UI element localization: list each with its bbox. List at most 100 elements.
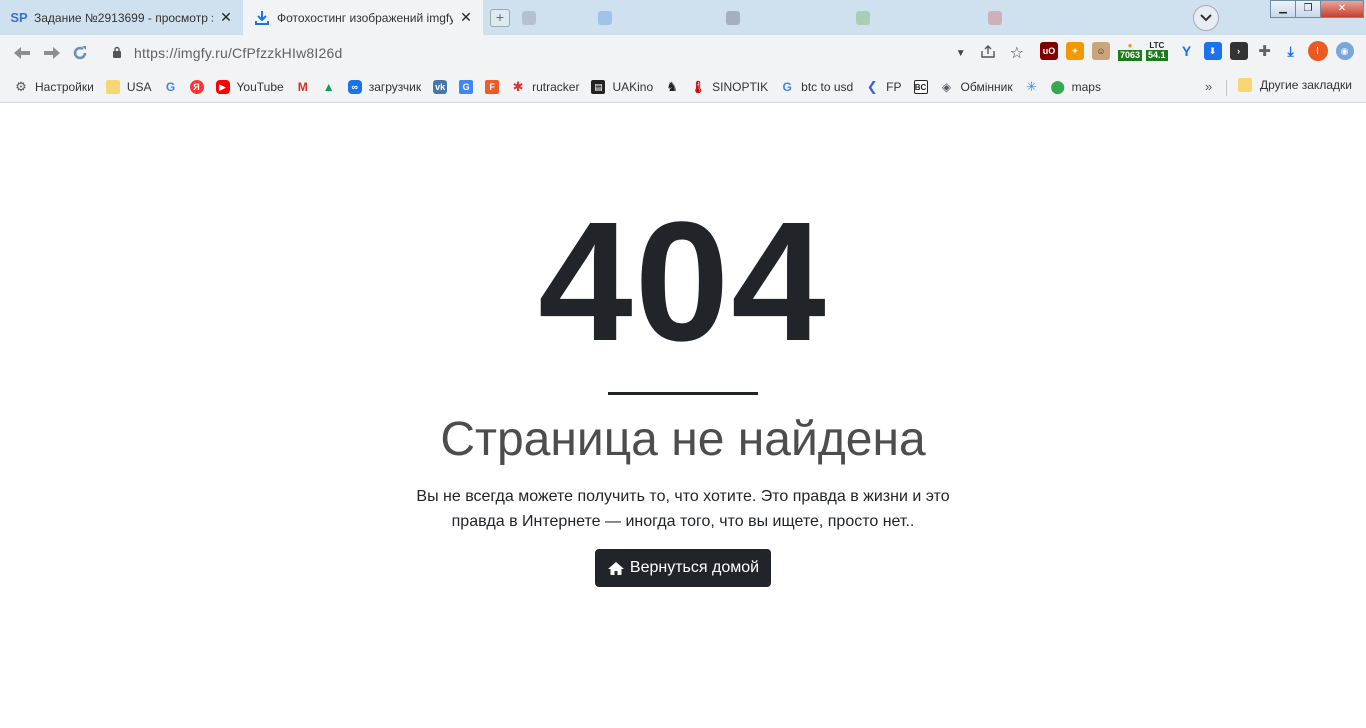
yandex-icon: Я — [189, 80, 204, 94]
folder-icon — [1238, 78, 1252, 92]
share-icon[interactable] — [980, 44, 996, 62]
bitcoin-icon: ● — [1127, 41, 1133, 50]
background-tab-icon[interactable] — [598, 6, 618, 30]
bookmark-maps[interactable]: ⬤ maps — [1050, 79, 1101, 94]
background-tab-icon[interactable] — [726, 6, 746, 30]
home-button[interactable]: Вернуться домой — [595, 549, 771, 587]
bookmark-yandex[interactable]: Я — [189, 80, 204, 94]
profile-avatar[interactable]: I — [1307, 41, 1328, 61]
bookmarks-more-button[interactable]: » — [1205, 79, 1212, 94]
dropdown-caret-icon[interactable]: ▼ — [956, 48, 966, 59]
star-icon: ✳ — [1026, 79, 1038, 94]
bookmark-f[interactable]: F — [485, 80, 500, 94]
forward-arrow-icon[interactable] — [40, 41, 64, 65]
home-button-label: Вернуться домой — [629, 559, 760, 576]
description-line: правда в Интернете — иногда того, что вы… — [451, 513, 915, 530]
folder-icon — [105, 80, 120, 94]
divider-line — [608, 392, 758, 395]
tab-title: Задание №2913699 - просмотр з — [34, 10, 213, 25]
btc-counter[interactable]: ● 7063 — [1118, 41, 1143, 61]
new-tab-button[interactable]: + — [490, 9, 510, 27]
bookmark-star[interactable]: ✳ — [1025, 79, 1039, 94]
lock-icon[interactable] — [112, 46, 128, 61]
restore-icon[interactable]: ❐ — [1295, 0, 1321, 18]
browser-toolbar: https://imgfy.ru/CfPfzzkHIw8I26d ▼ ☆ uO … — [0, 35, 1366, 72]
bookmarks-separator — [1226, 80, 1227, 96]
bookmark-drive[interactable]: ▲ — [322, 80, 336, 94]
sp-favicon-icon: SP — [10, 10, 28, 25]
puzzle-extensions-icon[interactable]: ✚ — [1256, 42, 1274, 60]
bookmark-bc[interactable]: BC — [913, 80, 928, 94]
infinity-icon: ∞ — [347, 80, 362, 94]
chess-icon: ♞ — [666, 79, 678, 94]
terminal-extension-icon[interactable]: › — [1229, 42, 1248, 60]
y-extension-icon[interactable]: Y — [1178, 42, 1196, 60]
bookmark-rutracker[interactable]: ✱ rutracker — [511, 79, 580, 94]
bookmark-uakino[interactable]: ▤ UAKino — [591, 80, 653, 94]
background-tab-icon[interactable] — [522, 6, 542, 30]
f-icon: F — [485, 80, 500, 94]
bookmark-vk[interactable]: vk — [433, 80, 448, 94]
exchange-icon: ◈ — [941, 80, 952, 94]
bookmark-google[interactable]: G — [164, 80, 178, 94]
back-arrow-icon[interactable] — [10, 41, 34, 65]
other-bookmarks-folder[interactable]: Другие закладки — [1238, 78, 1352, 92]
gmail-icon: M — [297, 80, 308, 94]
downloads-icon[interactable]: ⤓ — [1282, 42, 1300, 60]
bookmark-star-icon[interactable]: ☆ — [1010, 43, 1024, 63]
download-extension-icon[interactable]: ⬇ — [1203, 42, 1222, 60]
gear-icon: ⚙ — [15, 79, 27, 94]
google-icon: G — [165, 80, 176, 94]
bookmark-exchange[interactable]: ◈ Обмінник — [940, 80, 1013, 94]
close-tab-icon[interactable]: ✕ — [459, 9, 473, 26]
bookmarks-bar: ⚙ Настройки USA G Я ▶ YouTube M ▲ ∞ загрузч… — [0, 72, 1366, 103]
ltc-counter[interactable]: LTC 54.1 — [1146, 41, 1168, 61]
bookmark-chess[interactable]: ♞ — [665, 79, 679, 94]
translate-icon: G — [459, 80, 474, 94]
uakino-icon: ▤ — [591, 80, 606, 94]
thermometer-icon: 🌡 — [690, 80, 706, 94]
tab-strip: SP Задание №2913699 - просмотр з ✕ Фотох… — [0, 0, 1366, 35]
tab-task[interactable]: SP Задание №2913699 - просмотр з ✕ — [0, 0, 243, 35]
ublock-icon[interactable]: uO — [1040, 42, 1058, 60]
error-code: 404 — [538, 187, 828, 377]
window-close-icon[interactable]: ✕ — [1320, 0, 1364, 18]
face-extension-icon[interactable]: ☺ — [1092, 42, 1110, 60]
tab-imgfy[interactable]: Фотохостинг изображений imgfy ✕ — [243, 0, 483, 35]
bookmark-settings[interactable]: ⚙ Настройки — [14, 79, 94, 94]
bookmark-downloader[interactable]: ∞ загрузчик — [347, 80, 421, 94]
vk-icon: vk — [433, 80, 448, 94]
extensions-area: uO ✦ ☺ ● 7063 LTC 54.1 Y ⬇ › ✚ ⤓ I ◉ — [1040, 41, 1362, 61]
bookmark-sinoptik[interactable]: 🌡 SINOPTIK — [690, 80, 769, 94]
bookmark-fp[interactable]: ❮ FP — [865, 79, 902, 94]
close-tab-icon[interactable]: ✕ — [219, 9, 233, 26]
page-title: Страница не найдена — [440, 413, 926, 466]
bookmark-translate[interactable]: G — [459, 80, 474, 94]
youtube-icon: ▶ — [215, 80, 230, 94]
maps-icon: ⬤ — [1050, 79, 1065, 94]
reload-icon[interactable] — [68, 41, 92, 65]
browser-menu-icon[interactable]: ◉ — [1335, 42, 1354, 60]
fp-icon: ❮ — [866, 79, 878, 94]
tab-search-icon[interactable] — [1193, 5, 1219, 31]
download-icon — [253, 9, 271, 27]
home-icon — [607, 561, 624, 575]
bookmark-usa[interactable]: USA — [105, 80, 152, 94]
error-description: Вы не всегда можете получить то, что хот… — [383, 484, 983, 534]
page-content: 404 Страница не найдена Вы не всегда мож… — [0, 104, 1366, 728]
bc-icon: BC — [913, 80, 928, 94]
drive-icon: ▲ — [322, 80, 335, 94]
bookmark-gmail[interactable]: M — [296, 80, 310, 94]
shield-extension-icon[interactable]: ✦ — [1066, 42, 1084, 60]
bookmark-btc-to-usd[interactable]: Gbtc to usd — [780, 80, 853, 94]
google-icon: G — [782, 80, 792, 94]
tab-title: Фотохостинг изображений imgfy — [277, 10, 453, 25]
url-text: https://imgfy.ru/CfPfzzkHIw8I26d — [134, 45, 343, 61]
address-bar[interactable]: https://imgfy.ru/CfPfzzkHIw8I26d ▼ ☆ — [102, 39, 1030, 67]
background-tab-icon[interactable] — [856, 6, 876, 30]
minimize-icon[interactable]: ▁ — [1270, 0, 1296, 18]
background-tab-icon[interactable] — [988, 6, 1008, 30]
description-line: Вы не всегда можете получить то, что хот… — [416, 488, 950, 505]
rutracker-icon: ✱ — [512, 79, 524, 94]
bookmark-youtube[interactable]: ▶ YouTube — [215, 80, 284, 94]
